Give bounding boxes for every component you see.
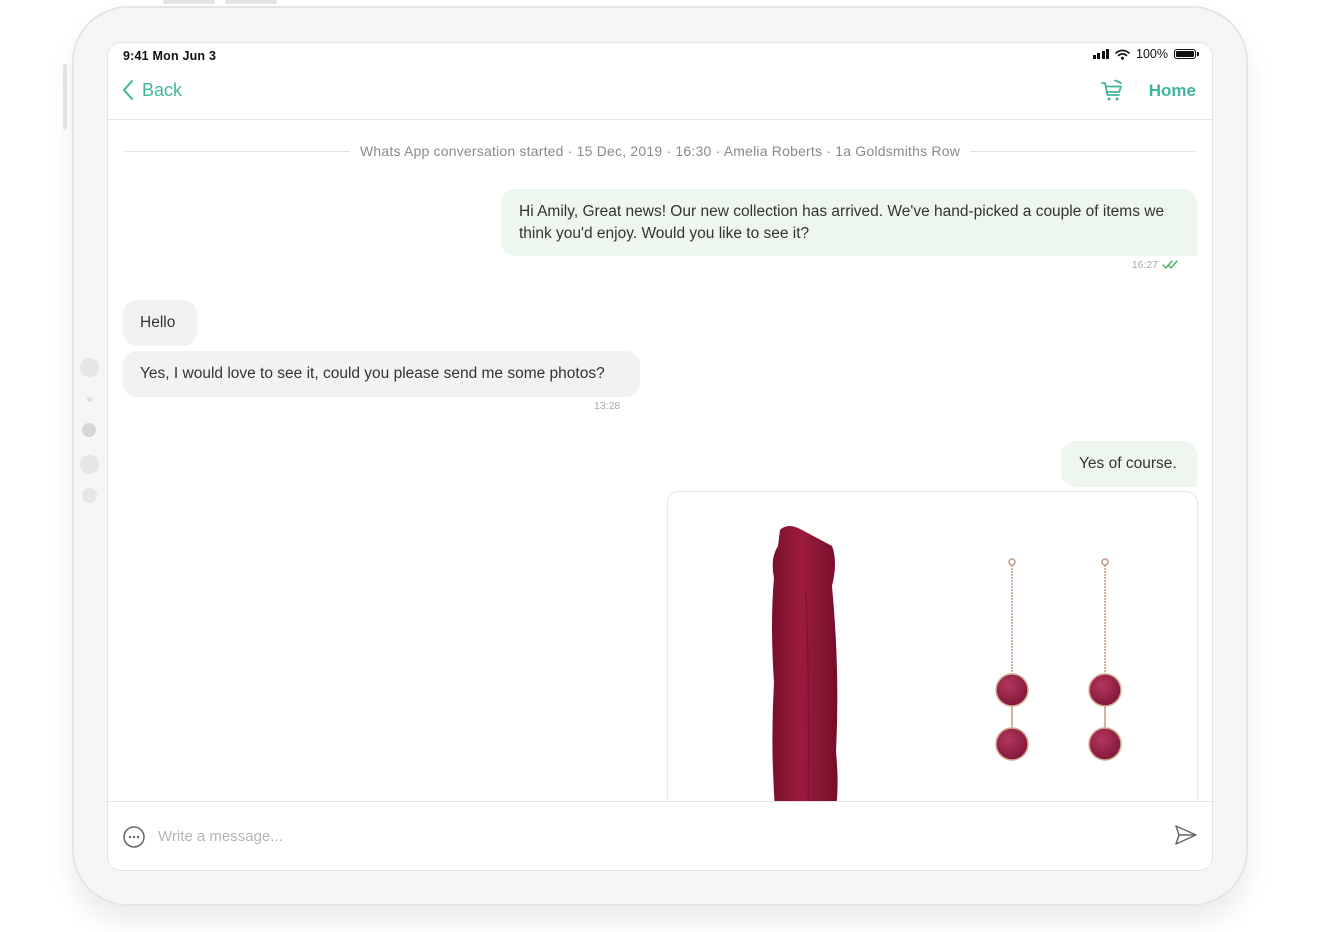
home-link[interactable]: Home (1149, 81, 1196, 101)
message-bubble-incoming[interactable]: Hello (123, 300, 197, 346)
message-text: Yes, I would love to see it, could you p… (140, 365, 605, 382)
tablet-sensor (80, 358, 99, 377)
message-bubble-incoming[interactable]: Yes, I would love to see it, could you p… (123, 351, 640, 397)
tablet-sensor (82, 488, 97, 503)
more-icon (123, 826, 145, 848)
send-icon (1175, 825, 1197, 845)
message-text: Hello (140, 314, 176, 331)
tablet-side-button (63, 64, 67, 130)
battery-percent: 100% (1136, 47, 1168, 61)
message-composer (108, 801, 1212, 870)
back-label: Back (142, 79, 183, 100)
earrings-image (995, 558, 1122, 761)
back-button[interactable]: Back (122, 79, 182, 101)
nav-bar: Back Home (108, 69, 1212, 120)
message-meta: 13:28 (594, 400, 620, 412)
wifi-icon (1115, 49, 1130, 60)
status-time: 9:41 Mon Jun 3 (123, 49, 217, 63)
conversation-start-text: Whats App conversation started · 15 Dec,… (359, 143, 961, 159)
message-text: Yes of course. (1079, 455, 1177, 472)
send-button[interactable] (1174, 824, 1198, 851)
message-bubble-outgoing[interactable]: Yes of course. (1061, 441, 1197, 487)
signal-icon (1092, 49, 1110, 59)
app-screen: 9:41 Mon Jun 3 100% Back Home Whats App … (107, 42, 1213, 871)
tablet-top-button (225, 0, 277, 4)
divider-line (124, 150, 350, 152)
tablet-top-button (163, 0, 215, 4)
tablet-camera (82, 423, 96, 437)
message-bubble-outgoing[interactable]: Hi Amily, Great news! Our new collection… (501, 189, 1197, 256)
battery-icon (1174, 49, 1199, 59)
status-bar: 9:41 Mon Jun 3 100% (108, 43, 1212, 69)
dress-image (772, 526, 838, 822)
more-options-button[interactable] (123, 826, 145, 853)
cart-button[interactable] (1100, 79, 1124, 108)
tablet-sensor (80, 455, 99, 474)
message-text: Hi Amily, Great news! Our new collection… (519, 203, 1165, 242)
chevron-left-icon (123, 80, 133, 100)
message-input[interactable] (158, 822, 1118, 850)
divider-line (970, 150, 1196, 152)
status-indicators: 100% (1092, 47, 1199, 61)
tablet-sensor (87, 397, 92, 402)
conversation-start-divider: Whats App conversation started · 15 Dec,… (124, 143, 1196, 159)
double-check-icon (1162, 260, 1178, 270)
product-card[interactable] (667, 491, 1198, 822)
message-time: 13:28 (594, 400, 621, 412)
message-meta: 16:27 (1132, 259, 1180, 271)
cart-icon (1101, 79, 1122, 101)
message-time: 16:27 (1131, 259, 1158, 271)
